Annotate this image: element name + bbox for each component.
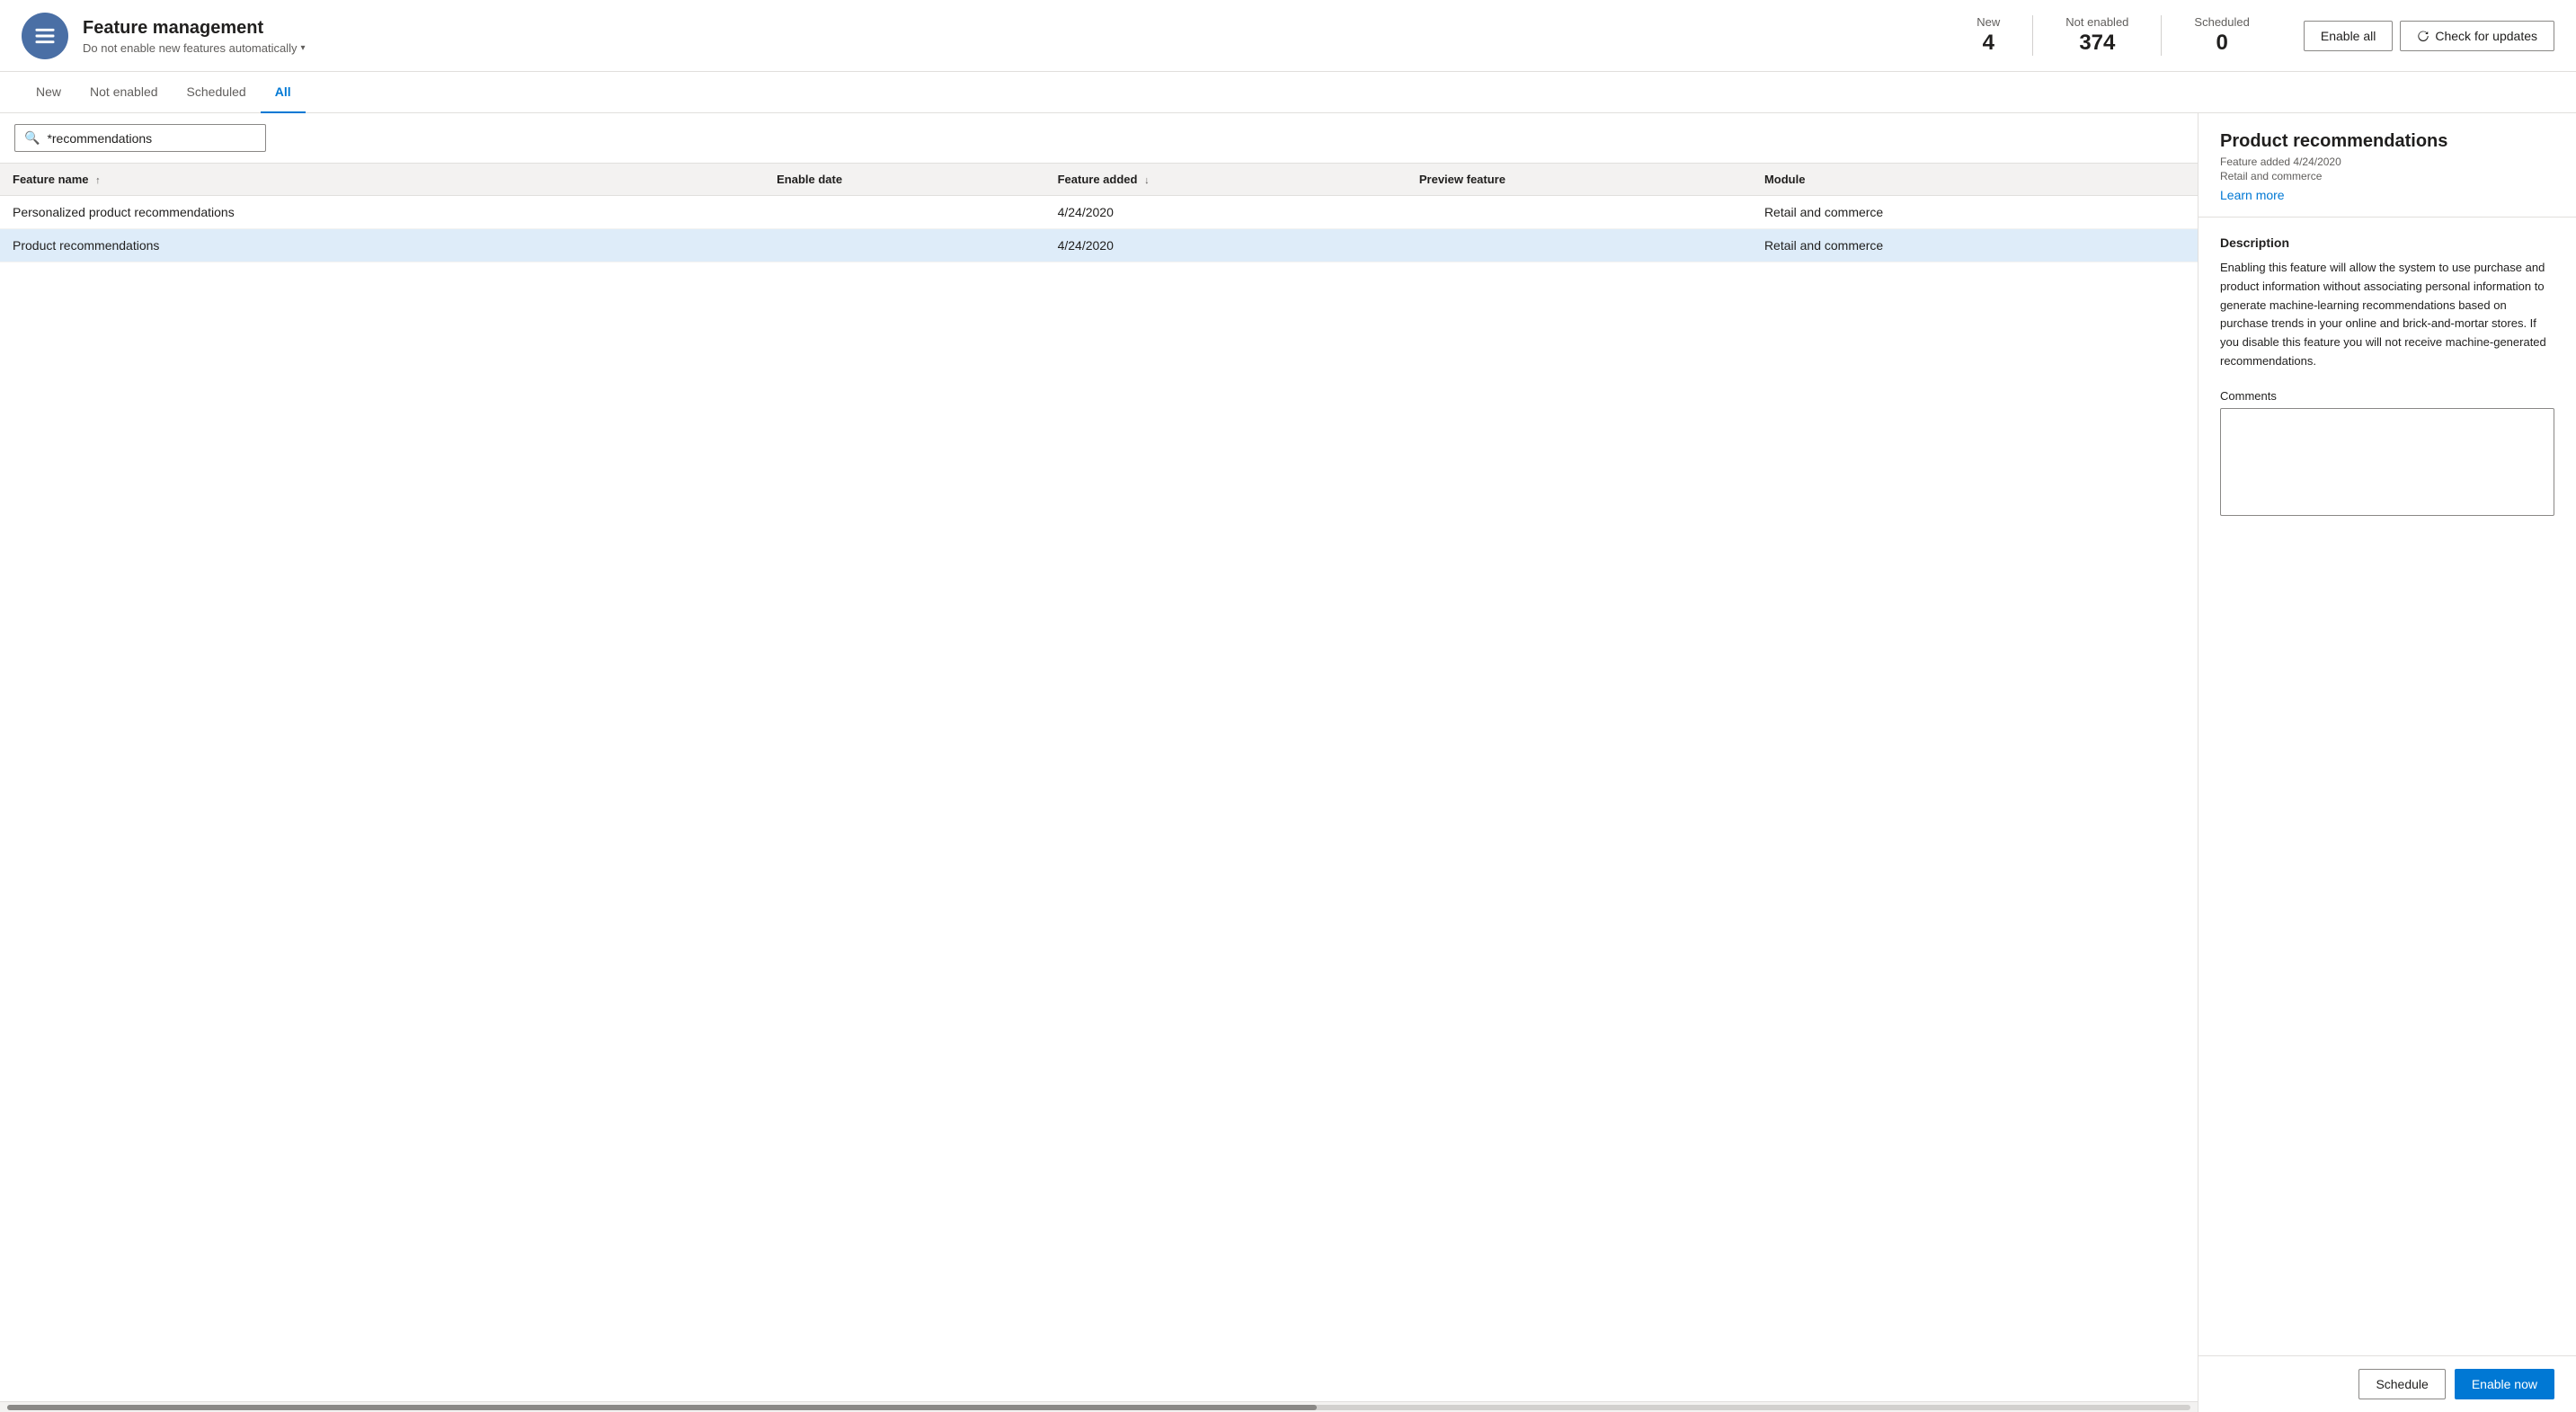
tabs-bar: New Not enabled Scheduled All: [0, 72, 2576, 113]
tab-scheduled-label: Scheduled: [187, 84, 246, 99]
table-cell-3: [1407, 196, 1752, 229]
search-input-wrapper[interactable]: 🔍: [14, 124, 266, 152]
stat-scheduled-label: Scheduled: [2194, 15, 2249, 29]
detail-panel-header: Product recommendations Feature added 4/…: [2198, 113, 2576, 218]
learn-more-link[interactable]: Learn more: [2220, 188, 2285, 202]
table-cell-1: [764, 229, 1044, 262]
main-area: 🔍 Feature name ↑ Enable date: [0, 113, 2576, 1412]
table-cell-0: Product recommendations: [0, 229, 764, 262]
chevron-down-icon: ▾: [300, 43, 305, 53]
description-text: Enabling this feature will allow the sys…: [2220, 259, 2554, 371]
subtitle-text: Do not enable new features automatically: [83, 41, 297, 55]
scrollbar-thumb: [7, 1405, 1317, 1410]
stat-new-label: New: [1976, 15, 2000, 29]
detail-feature-added: Feature added 4/24/2020: [2220, 155, 2554, 168]
detail-title: Product recommendations: [2220, 131, 2554, 152]
table-cell-2: 4/24/2020: [1045, 229, 1407, 262]
header-buttons: Enable all Check for updates: [2304, 21, 2554, 51]
detail-panel-footer: Schedule Enable now: [2198, 1355, 2576, 1412]
col-feature-name[interactable]: Feature name ↑: [0, 164, 764, 196]
comments-textarea[interactable]: [2220, 408, 2554, 516]
table-row[interactable]: Personalized product recommendations 4/24…: [0, 196, 2198, 229]
detail-module: Retail and commerce: [2220, 170, 2554, 182]
stat-scheduled: Scheduled 0: [2162, 15, 2281, 56]
page-header: Feature management Do not enable new fea…: [0, 0, 2576, 72]
table-cell-4: Retail and commerce: [1752, 229, 2198, 262]
stat-not-enabled: Not enabled 374: [2033, 15, 2162, 56]
left-panel: 🔍 Feature name ↑ Enable date: [0, 113, 2198, 1412]
tab-not-enabled[interactable]: Not enabled: [76, 72, 173, 113]
stat-scheduled-value: 0: [2216, 31, 2227, 56]
stat-not-enabled-label: Not enabled: [2065, 15, 2128, 29]
tab-new-label: New: [36, 84, 61, 99]
col-enable-date[interactable]: Enable date: [764, 164, 1044, 196]
col-preview-feature[interactable]: Preview feature: [1407, 164, 1752, 196]
description-heading: Description: [2220, 235, 2554, 250]
check-updates-label: Check for updates: [2435, 29, 2537, 43]
table-cell-4: Retail and commerce: [1752, 196, 2198, 229]
table-cell-0: Personalized product recommendations: [0, 196, 764, 229]
horizontal-scrollbar[interactable]: [0, 1401, 2198, 1412]
stat-new-value: 4: [1983, 31, 1994, 56]
feature-table: Feature name ↑ Enable date Feature added…: [0, 164, 2198, 262]
comments-label: Comments: [2220, 389, 2554, 403]
tab-not-enabled-label: Not enabled: [90, 84, 158, 99]
table-cell-3: [1407, 229, 1752, 262]
scrollbar-track: [7, 1405, 2190, 1410]
tab-scheduled[interactable]: Scheduled: [173, 72, 261, 113]
title-block: Feature management Do not enable new fea…: [83, 16, 306, 55]
page-title: Feature management: [83, 16, 306, 40]
stat-new: New 4: [1944, 15, 2033, 56]
enable-all-button[interactable]: Enable all: [2304, 21, 2394, 51]
table-row[interactable]: Product recommendations 4/24/2020 Retail a…: [0, 229, 2198, 262]
enable-now-button[interactable]: Enable now: [2455, 1369, 2554, 1399]
stat-not-enabled-value: 374: [2079, 31, 2115, 56]
check-updates-button[interactable]: Check for updates: [2400, 21, 2554, 51]
col-feature-added[interactable]: Feature added ↓: [1045, 164, 1407, 196]
sort-asc-icon: ↑: [95, 175, 101, 186]
col-module[interactable]: Module: [1752, 164, 2198, 196]
schedule-button[interactable]: Schedule: [2358, 1369, 2445, 1399]
tab-all[interactable]: All: [261, 72, 306, 113]
table-cell-1: [764, 196, 1044, 229]
refresh-icon: [2417, 30, 2429, 42]
stats-section: New 4 Not enabled 374 Scheduled 0: [1944, 15, 2282, 56]
list-icon: [32, 23, 58, 49]
tab-all-label: All: [275, 84, 291, 99]
search-icon: 🔍: [24, 130, 40, 146]
table-cell-2: 4/24/2020: [1045, 196, 1407, 229]
search-bar: 🔍: [0, 113, 2198, 164]
app-icon: [22, 13, 68, 59]
tab-new[interactable]: New: [22, 72, 76, 113]
subtitle-dropdown[interactable]: Do not enable new features automatically…: [83, 41, 306, 55]
sort-desc-icon: ↓: [1144, 175, 1150, 186]
detail-panel-body: Description Enabling this feature will a…: [2198, 218, 2576, 1355]
table-header-row: Feature name ↑ Enable date Feature added…: [0, 164, 2198, 196]
detail-panel: Product recommendations Feature added 4/…: [2198, 113, 2576, 1412]
search-input[interactable]: [47, 131, 256, 146]
feature-table-wrapper: Feature name ↑ Enable date Feature added…: [0, 164, 2198, 1401]
